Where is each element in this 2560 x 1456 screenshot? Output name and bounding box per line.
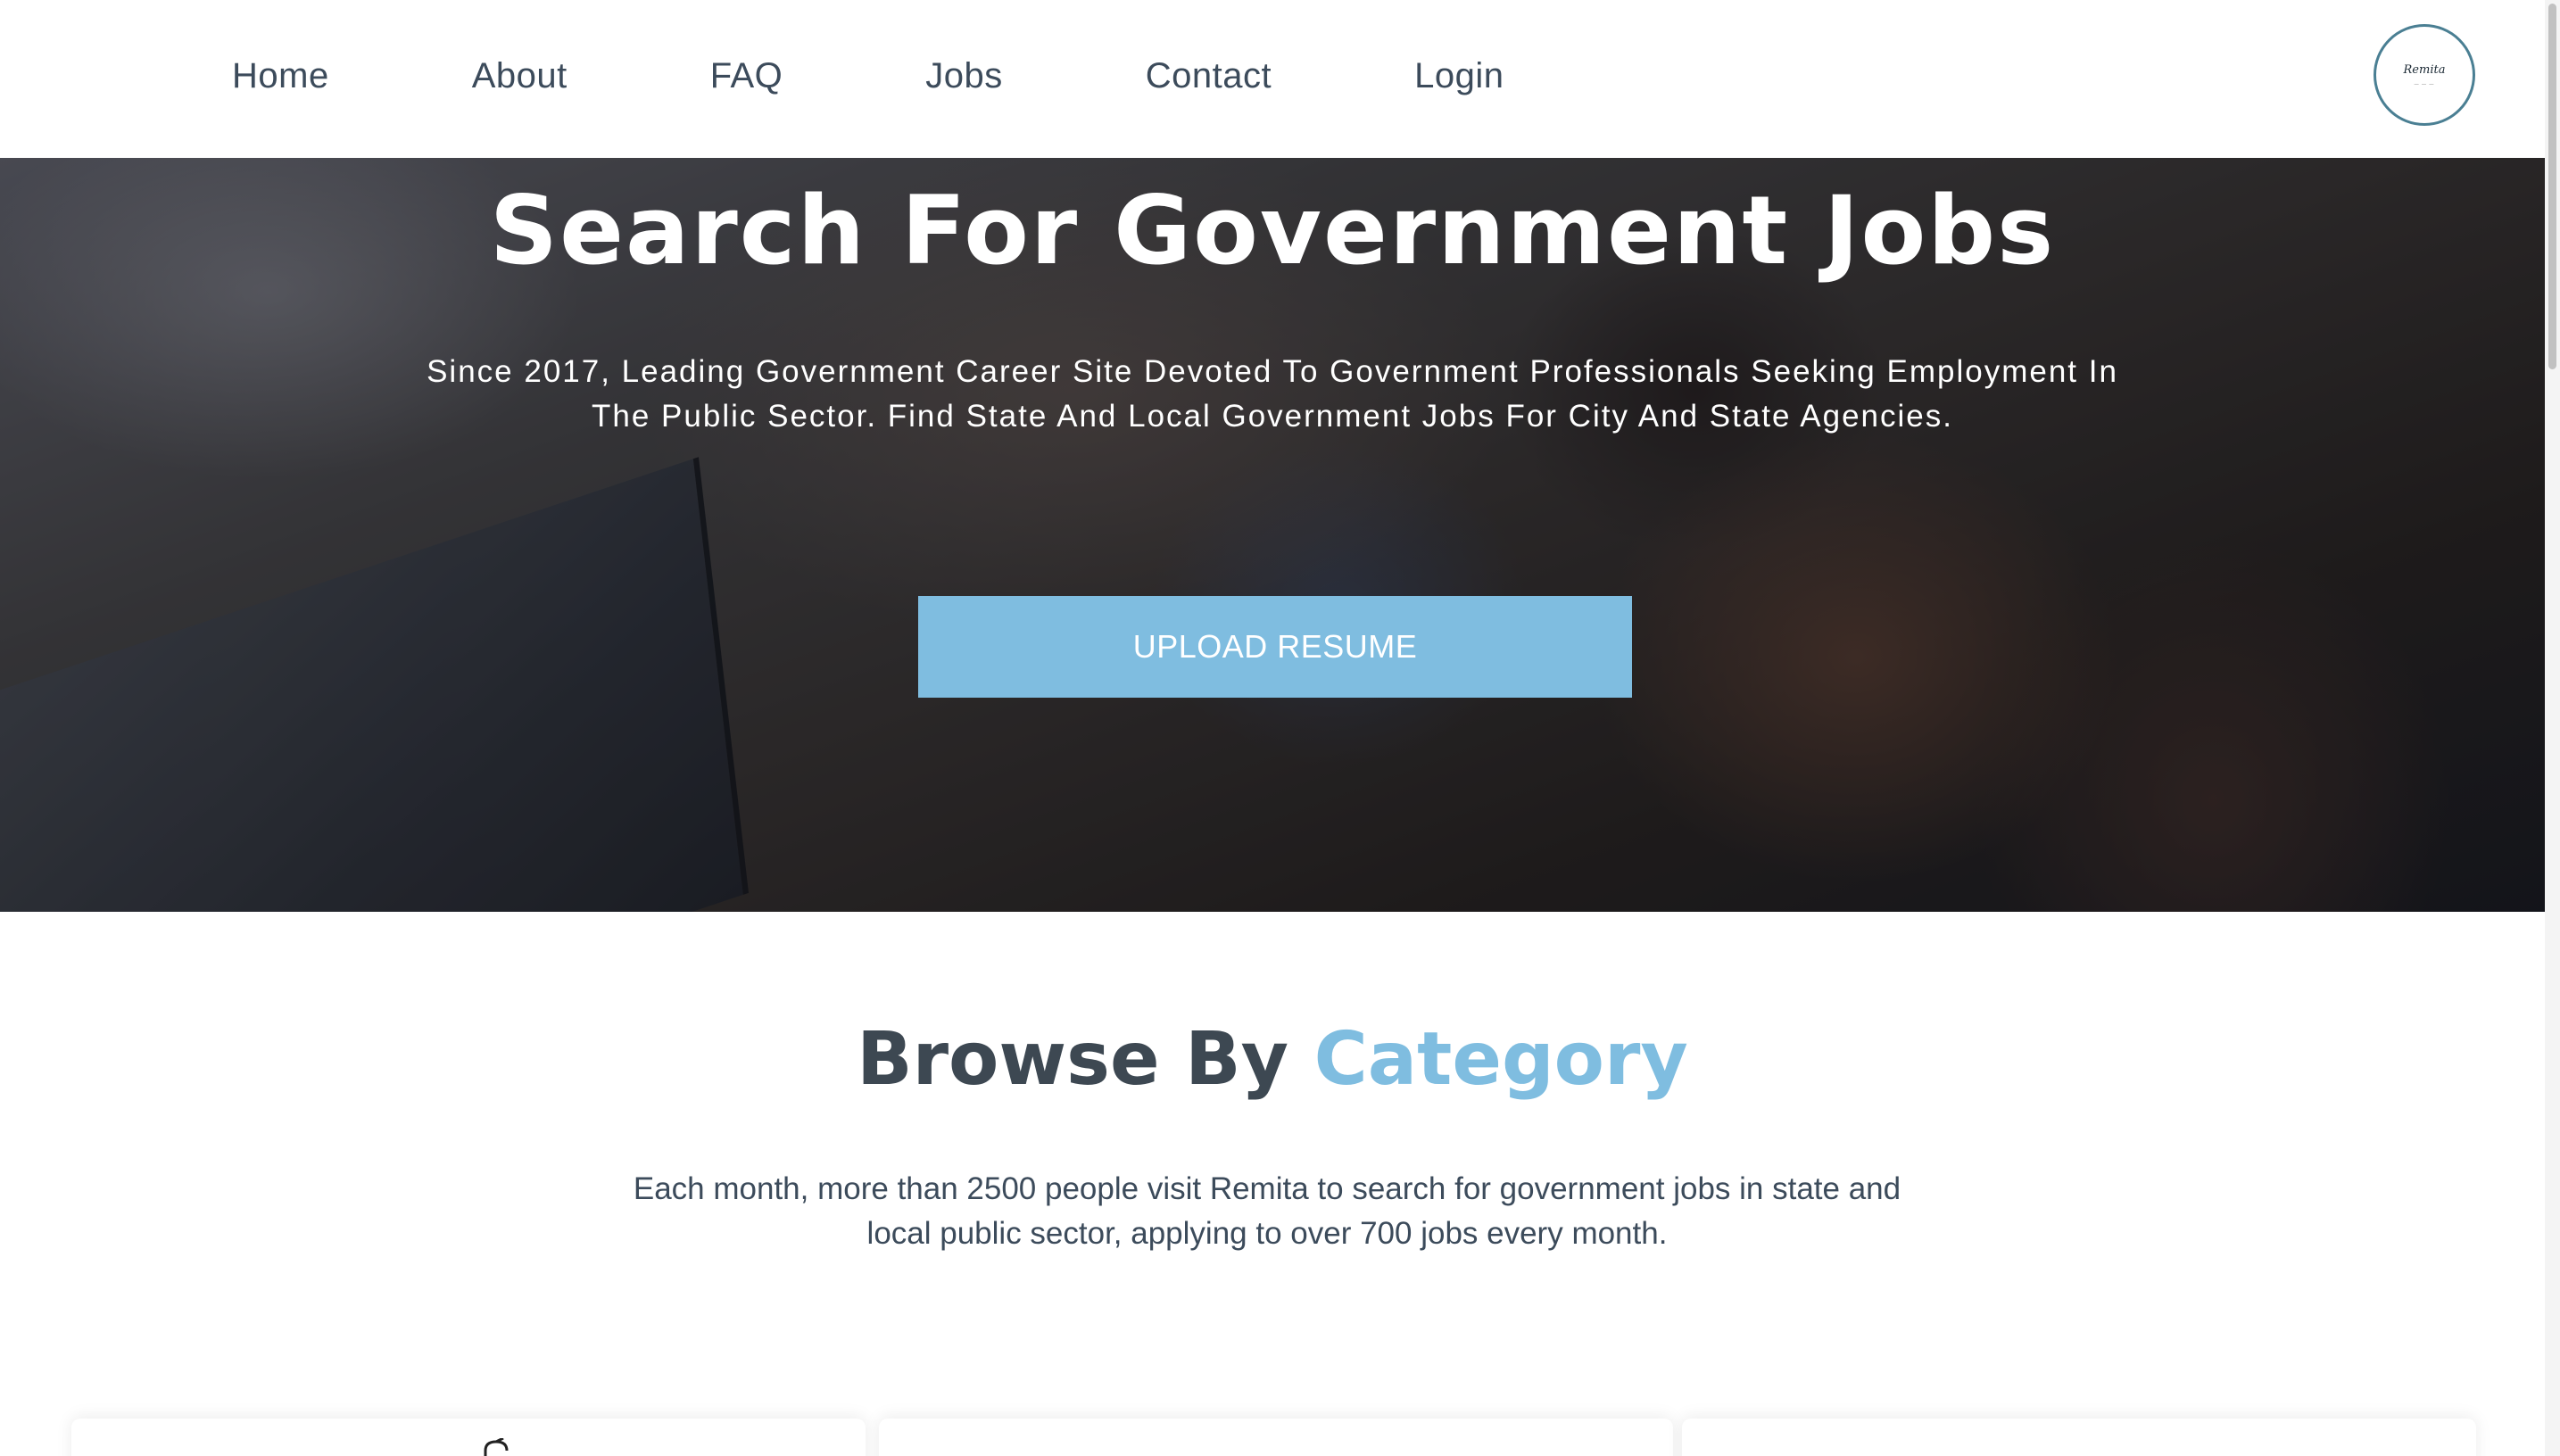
- nav-faq-link[interactable]: FAQ: [710, 56, 783, 96]
- nav-login-link[interactable]: Login: [1414, 56, 1504, 96]
- hero-subtitle: Since 2017, Leading Government Career Si…: [427, 354, 2118, 434]
- megaphone-icon: [477, 1438, 531, 1456]
- logo-subline: — — —: [2414, 81, 2435, 87]
- category-title-main: Browse By: [857, 1017, 1289, 1102]
- category-section-title: Browse By Category: [0, 1017, 2545, 1102]
- upload-resume-button[interactable]: UPLOAD RESUME: [918, 596, 1632, 698]
- site-logo[interactable]: Remita — — —: [2374, 24, 2475, 126]
- hero-banner: Search For Government Jobs Since 2017, L…: [0, 158, 2545, 912]
- nav-jobs-link[interactable]: Jobs: [925, 56, 1003, 96]
- category-card[interactable]: [879, 1419, 2196, 1456]
- page: Home About FAQ Jobs Contact Login Remita…: [0, 0, 2560, 1456]
- nav-home-link[interactable]: Home: [232, 56, 329, 96]
- logo-text: Remita: [2403, 62, 2446, 77]
- category-card[interactable]: [1682, 1419, 2476, 1456]
- hero-title: Search For Government Jobs: [489, 176, 2056, 285]
- scrollbar[interactable]: [2545, 0, 2560, 1456]
- nav-contact-link[interactable]: Contact: [1146, 56, 1272, 96]
- category-title-accent: Category: [1313, 1017, 1688, 1102]
- scrollbar-thumb[interactable]: [2548, 4, 2556, 369]
- nav-links: Home About FAQ Jobs Contact Login: [232, 46, 1647, 105]
- category-card[interactable]: [71, 1419, 866, 1456]
- category-description: Each month, more than 2500 people visit …: [633, 1171, 1901, 1251]
- nav-about-link[interactable]: About: [472, 56, 568, 96]
- top-navbar: Home About FAQ Jobs Contact Login Remita…: [0, 0, 2545, 158]
